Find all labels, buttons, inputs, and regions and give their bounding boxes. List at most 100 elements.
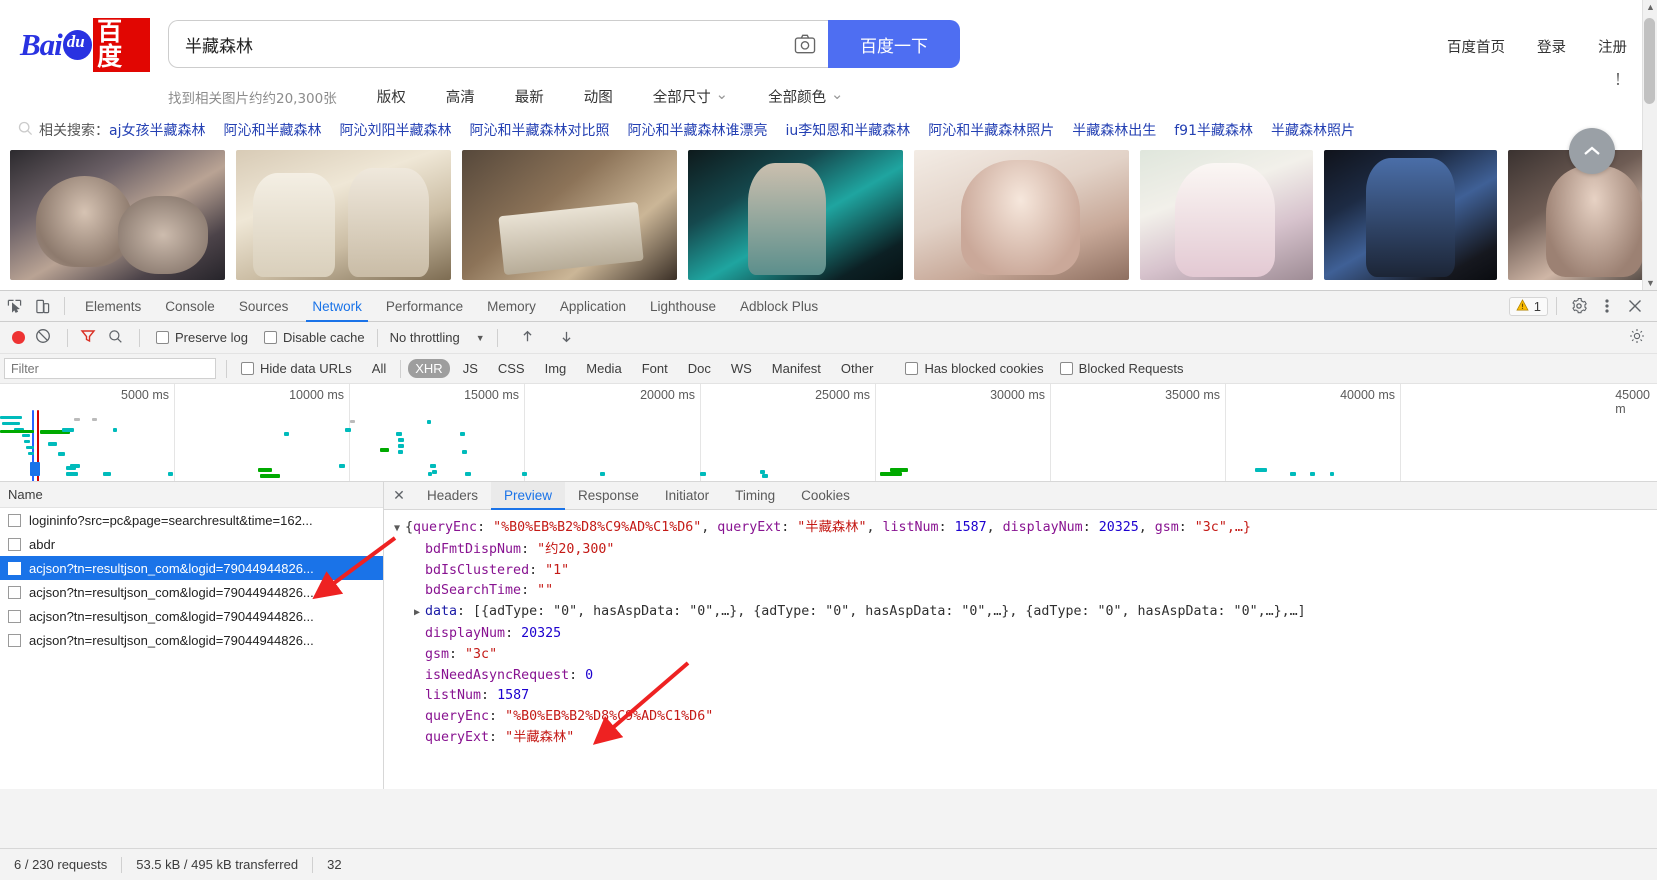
detail-tab-headers[interactable]: Headers [414, 482, 491, 510]
image-result-4[interactable] [688, 150, 903, 280]
filter-input[interactable] [4, 358, 216, 379]
type-filter-ws[interactable]: WS [724, 359, 759, 378]
filter-latest[interactable]: 最新 [515, 86, 544, 107]
filter-animated[interactable]: 动图 [584, 86, 613, 107]
type-filter-css[interactable]: CSS [491, 359, 532, 378]
inspect-element-icon[interactable] [0, 292, 28, 320]
related-link-5[interactable]: 阿沁和半藏森林谁漂亮 [627, 120, 767, 140]
table-row[interactable]: abdr [0, 532, 383, 556]
detail-tab-cookies[interactable]: Cookies [788, 482, 863, 510]
scroll-to-top-button[interactable] [1569, 128, 1615, 174]
baidu-logo[interactable]: Bai 百度 [20, 18, 150, 72]
export-har-icon[interactable] [559, 329, 574, 347]
nav-register[interactable]: 注册 [1598, 36, 1627, 57]
table-row[interactable]: acjson?tn=resultjson_com&logid=790449448… [0, 580, 383, 604]
close-icon[interactable]: ✕ [384, 487, 414, 504]
type-filter-xhr[interactable]: XHR [408, 359, 450, 378]
type-filter-other[interactable]: Other [834, 359, 881, 378]
json-line[interactable]: queryEnc: "%B0%EB%B2%D8%C9%AD%C1%D6" [394, 707, 1657, 728]
search-box[interactable] [168, 20, 828, 68]
json-line[interactable]: listNum: 1587 [394, 686, 1657, 707]
json-line[interactable]: displayNum: 20325 [394, 624, 1657, 645]
type-filter-manifest[interactable]: Manifest [765, 359, 828, 378]
image-result-6[interactable] [1140, 150, 1313, 280]
filter-size-dropdown[interactable]: 全部尺寸 [653, 86, 728, 107]
tab-memory[interactable]: Memory [475, 291, 548, 322]
throttling-dropdown[interactable]: No throttling ▼ [390, 330, 485, 345]
tab-network[interactable]: Network [300, 291, 374, 322]
detail-tab-response[interactable]: Response [565, 482, 652, 510]
page-scrollbar[interactable]: ▲ ▼ [1642, 0, 1657, 290]
detail-tab-preview[interactable]: Preview [491, 481, 566, 510]
image-result-7[interactable] [1324, 150, 1497, 280]
json-line[interactable]: bdIsClustered: "1" [394, 561, 1657, 582]
table-row[interactable]: logininfo?src=pc&page=searchresult&time=… [0, 508, 383, 532]
warning-count-chip[interactable]: 1 [1508, 296, 1548, 316]
scrollbar-down-arrow[interactable]: ▼ [1646, 278, 1655, 288]
json-preview-viewer[interactable]: ▼ {queryEnc: "%B0%EB%B2%D8%C9%AD%C1%D6", … [384, 510, 1657, 789]
related-link-10[interactable]: 半藏森林照片 [1271, 120, 1355, 140]
related-link-4[interactable]: 阿沁和半藏森林对比照 [469, 120, 609, 140]
json-line-data[interactable]: ▶ data: [{adType: "0", hasAspData: "0",…}… [394, 602, 1657, 624]
search-icon[interactable] [108, 329, 123, 347]
detail-tab-initiator[interactable]: Initiator [652, 482, 722, 510]
tab-sources[interactable]: Sources [227, 291, 301, 322]
json-root-line[interactable]: ▼ {queryEnc: "%B0%EB%B2%D8%C9%AD%C1%D6", … [394, 518, 1657, 540]
json-line[interactable]: bdFmtDispNum: "约20,300" [394, 540, 1657, 561]
request-list-column-header[interactable]: Name [0, 482, 383, 508]
tab-application[interactable]: Application [548, 291, 638, 322]
triangle-right-icon[interactable]: ▶ [414, 603, 425, 624]
related-link-1[interactable]: aj女孩半藏森林 [109, 120, 205, 140]
type-filter-js[interactable]: JS [456, 359, 485, 378]
filter-color-dropdown[interactable]: 全部颜色 [768, 86, 843, 107]
settings-gear-icon[interactable] [1565, 292, 1593, 320]
json-line[interactable]: gsm: "3c" [394, 645, 1657, 666]
more-vertical-icon[interactable] [1593, 292, 1621, 320]
search-submit-button[interactable]: 百度一下 [828, 20, 960, 68]
type-filter-media[interactable]: Media [579, 359, 628, 378]
info-icon[interactable]: ! [1601, 62, 1635, 96]
image-result-2[interactable] [236, 150, 451, 280]
network-overview-timeline[interactable]: 5000 ms 10000 ms 15000 ms 20000 ms 25000… [0, 384, 1657, 482]
record-button[interactable] [12, 331, 25, 344]
related-link-6[interactable]: iu李知恩和半藏森林 [785, 120, 910, 140]
json-line[interactable]: isNeedAsyncRequest: 0 [394, 666, 1657, 687]
filter-hd[interactable]: 高清 [446, 86, 475, 107]
close-icon[interactable] [1621, 292, 1649, 320]
related-link-3[interactable]: 阿沁刘阳半藏森林 [339, 120, 451, 140]
preserve-log-checkbox[interactable]: Preserve log [156, 330, 248, 345]
nav-baidu-home[interactable]: 百度首页 [1447, 36, 1505, 57]
filter-funnel-icon[interactable] [80, 328, 96, 347]
type-filter-all[interactable]: All [365, 359, 393, 378]
hide-data-urls-checkbox[interactable]: Hide data URLs [241, 361, 352, 376]
triangle-down-icon[interactable]: ▼ [394, 519, 405, 540]
disable-cache-checkbox[interactable]: Disable cache [263, 330, 365, 345]
related-link-2[interactable]: 阿沁和半藏森林 [223, 120, 321, 140]
type-filter-doc[interactable]: Doc [681, 359, 718, 378]
import-har-icon[interactable] [520, 329, 535, 347]
blocked-requests-checkbox[interactable]: Blocked Requests [1059, 361, 1183, 376]
device-toolbar-icon[interactable] [28, 292, 56, 320]
image-result-3[interactable] [462, 150, 677, 280]
network-settings-gear-icon[interactable] [1629, 328, 1645, 347]
related-link-7[interactable]: 阿沁和半藏森林照片 [928, 120, 1054, 140]
related-link-8[interactable]: 半藏森林出生 [1072, 120, 1156, 140]
tab-adblock-plus[interactable]: Adblock Plus [728, 291, 830, 322]
type-filter-font[interactable]: Font [635, 359, 675, 378]
tab-elements[interactable]: Elements [73, 291, 153, 322]
table-row[interactable]: acjson?tn=resultjson_com&logid=790449448… [0, 556, 383, 580]
tab-performance[interactable]: Performance [374, 291, 475, 322]
nav-login[interactable]: 登录 [1537, 36, 1566, 57]
clear-icon[interactable] [35, 328, 51, 347]
has-blocked-cookies-checkbox[interactable]: Has blocked cookies [905, 361, 1044, 376]
table-row[interactable]: acjson?tn=resultjson_com&logid=790449448… [0, 604, 383, 628]
image-result-1[interactable] [10, 150, 225, 280]
table-row[interactable]: acjson?tn=resultjson_com&logid=790449448… [0, 628, 383, 652]
tab-lighthouse[interactable]: Lighthouse [638, 291, 728, 322]
scrollbar-up-arrow[interactable]: ▲ [1646, 2, 1655, 12]
json-line[interactable]: bdSearchTime: "" [394, 581, 1657, 602]
camera-icon[interactable] [782, 34, 828, 54]
tab-console[interactable]: Console [153, 291, 227, 322]
detail-tab-timing[interactable]: Timing [722, 482, 788, 510]
search-input[interactable] [169, 33, 782, 55]
